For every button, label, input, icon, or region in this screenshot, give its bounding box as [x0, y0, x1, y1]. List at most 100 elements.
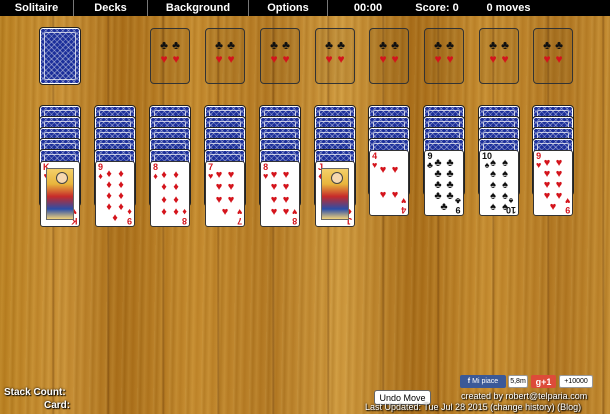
- suit-pip-icon: ♥: [270, 181, 278, 194]
- club-icon: ♣: [160, 38, 168, 52]
- club-icon: ♣: [446, 38, 454, 52]
- face-up-card[interactable]: 9 ♥ 9 ♥ ♥ ♥ ♥ ♥ ♥ ♥ ♥ ♥ ♥: [533, 150, 573, 216]
- club-icon: ♣: [555, 38, 563, 52]
- menu-solitaire[interactable]: Solitaire: [0, 0, 74, 16]
- suit-pip-icon: ♦: [161, 168, 167, 181]
- heart-icon: ♥: [489, 52, 497, 66]
- stack-count-label: Stack Count:: [4, 387, 66, 398]
- suit-pip-icon: ♥: [282, 168, 290, 181]
- heart-icon: ♥: [282, 52, 290, 66]
- suit-pip-icon: ♦: [161, 193, 167, 206]
- score-value: 0: [452, 2, 459, 14]
- foundation-slot[interactable]: ♣ ♣ ♥ ♥: [315, 28, 355, 84]
- face-up-card[interactable]: 4 ♥ 4 ♥ ♥ ♥ ♥ ♥: [369, 150, 409, 216]
- suit-pip-icon: ♦: [173, 168, 179, 181]
- suit-pip-icon: ♦: [173, 193, 179, 206]
- heart-icon: ♥: [227, 52, 235, 66]
- club-icon: ♣: [489, 38, 497, 52]
- heart-icon: ♥: [337, 52, 345, 66]
- gplus-count: +10000: [559, 375, 593, 388]
- foundation-slot[interactable]: ♣ ♣ ♥ ♥: [533, 28, 573, 84]
- moves-value: 0: [486, 2, 493, 14]
- face-up-card[interactable]: 7 ♥ 7 ♥ ♥ ♥ ♥ ♥ ♥ ♥ ♥: [205, 161, 245, 227]
- face-up-card[interactable]: 10 ♠ 10 ♠ ♠ ♠ ♠ ♠ ♠ ♠ ♠ ♠ ♠ ♠: [479, 150, 519, 216]
- heart-icon: ♥: [543, 52, 551, 66]
- suit-pip-icon: ♥: [391, 189, 399, 201]
- menu-decks[interactable]: Decks: [74, 0, 148, 16]
- card-rank: 9: [126, 216, 132, 226]
- heart-icon: ♥: [391, 52, 399, 66]
- heart-icon: ♥: [446, 52, 454, 66]
- club-icon: ♣: [434, 38, 442, 52]
- face-up-card[interactable]: J♦J♦: [315, 161, 355, 227]
- suit-pip-icon: ♥: [549, 201, 557, 213]
- suit-pip-icon: ♥: [227, 181, 235, 194]
- face-up-card[interactable]: 9 ♦ 9 ♦ ♦ ♦ ♦ ♦ ♦ ♦ ♦ ♦ ♦: [95, 161, 135, 227]
- stock-pile[interactable]: [39, 27, 81, 85]
- heart-icon: ♥: [172, 52, 180, 66]
- heart-icon: ♥: [325, 52, 333, 66]
- foundation-slot[interactable]: ♣ ♣ ♥ ♥: [369, 28, 409, 84]
- gplus-button[interactable]: g+1: [531, 375, 556, 388]
- heart-icon: ♥: [379, 52, 387, 66]
- club-icon: ♣: [215, 38, 223, 52]
- club-icon: ♣: [227, 38, 235, 52]
- club-icon: ♣: [282, 38, 290, 52]
- heart-icon: ♥: [160, 52, 168, 66]
- heart-icon: ♥: [501, 52, 509, 66]
- club-icon: ♣: [543, 38, 551, 52]
- foundation-slot[interactable]: ♣ ♣ ♥ ♥: [424, 28, 464, 84]
- suit-pip-icon: ♥: [215, 193, 223, 206]
- suit-pip-icon: ♦: [173, 206, 179, 219]
- card-suit-icon: ♥: [400, 196, 406, 206]
- suit-pip-icon: ♣: [440, 201, 448, 213]
- card-rank: 8: [291, 216, 297, 226]
- card-rank: 8: [181, 216, 187, 226]
- suit-pip-icon: ♥: [227, 168, 235, 181]
- suit-pip-icon: ♥: [282, 206, 290, 219]
- heart-icon: ♥: [555, 52, 563, 66]
- foundation-slot[interactable]: ♣ ♣ ♥ ♥: [260, 28, 300, 84]
- suit-pip-icon: ♦: [161, 206, 167, 219]
- foundation-slot[interactable]: ♣ ♣ ♥ ♥: [150, 28, 190, 84]
- face-up-card[interactable]: K♥K♥: [40, 161, 80, 227]
- suit-pip-icon: ♥: [282, 193, 290, 206]
- facebook-icon: f: [467, 378, 471, 385]
- card-rank: 7: [236, 216, 242, 226]
- suit-pip-icon: ♥: [379, 189, 387, 201]
- suit-pip-icon: ♦: [173, 181, 179, 194]
- menu-background[interactable]: Background: [148, 0, 249, 16]
- heart-icon: ♥: [270, 52, 278, 66]
- club-icon: ♣: [337, 38, 345, 52]
- suit-pip-icon: ♥: [221, 206, 229, 219]
- card-rank: 4: [400, 205, 406, 215]
- card-suit-icon: ♦: [127, 207, 132, 217]
- facebook-like-label: Mi piace: [472, 378, 499, 385]
- menu-bar: Solitaire Decks Background Options 00:00…: [0, 0, 610, 16]
- heart-icon: ♥: [434, 52, 442, 66]
- menu-options[interactable]: Options: [249, 0, 328, 16]
- club-icon: ♣: [172, 38, 180, 52]
- club-icon: ♣: [270, 38, 278, 52]
- suit-pip-icon: ♥: [270, 193, 278, 206]
- club-icon: ♣: [391, 38, 399, 52]
- club-icon: ♣: [325, 38, 333, 52]
- created-by-text: created by robert@telparia.com: [461, 391, 588, 401]
- heart-icon: ♥: [215, 52, 223, 66]
- foundation-slot[interactable]: ♣ ♣ ♥ ♥: [479, 28, 519, 84]
- card-suit-icon: ♥: [236, 207, 242, 217]
- moves-display: 0 moves: [466, 0, 551, 16]
- face-up-card[interactable]: 9 ♣ 9 ♣ ♣ ♣ ♣ ♣ ♣ ♣ ♣ ♣ ♣: [424, 150, 464, 216]
- suit-pip-icon: ♥: [282, 181, 290, 194]
- suit-pip-icon: ♥: [270, 168, 278, 181]
- suit-pip-icon: ♥: [227, 193, 235, 206]
- facebook-like-button[interactable]: f Mi piace: [460, 375, 506, 388]
- foundation-slot[interactable]: ♣ ♣ ♥ ♥: [205, 28, 245, 84]
- face-up-card[interactable]: 8 ♥ 8 ♥ ♥ ♥ ♥ ♥ ♥ ♥ ♥ ♥: [260, 161, 300, 227]
- suit-pip-icon: ♠: [502, 201, 508, 213]
- face-up-card[interactable]: 8 ♦ 8 ♦ ♦ ♦ ♦ ♦ ♦ ♦ ♦ ♦: [150, 161, 190, 227]
- court-figure-icon: [46, 168, 74, 220]
- card-label: Card:: [44, 400, 71, 411]
- moves-label: moves: [495, 2, 531, 14]
- card-suit-icon: ♥: [291, 207, 297, 217]
